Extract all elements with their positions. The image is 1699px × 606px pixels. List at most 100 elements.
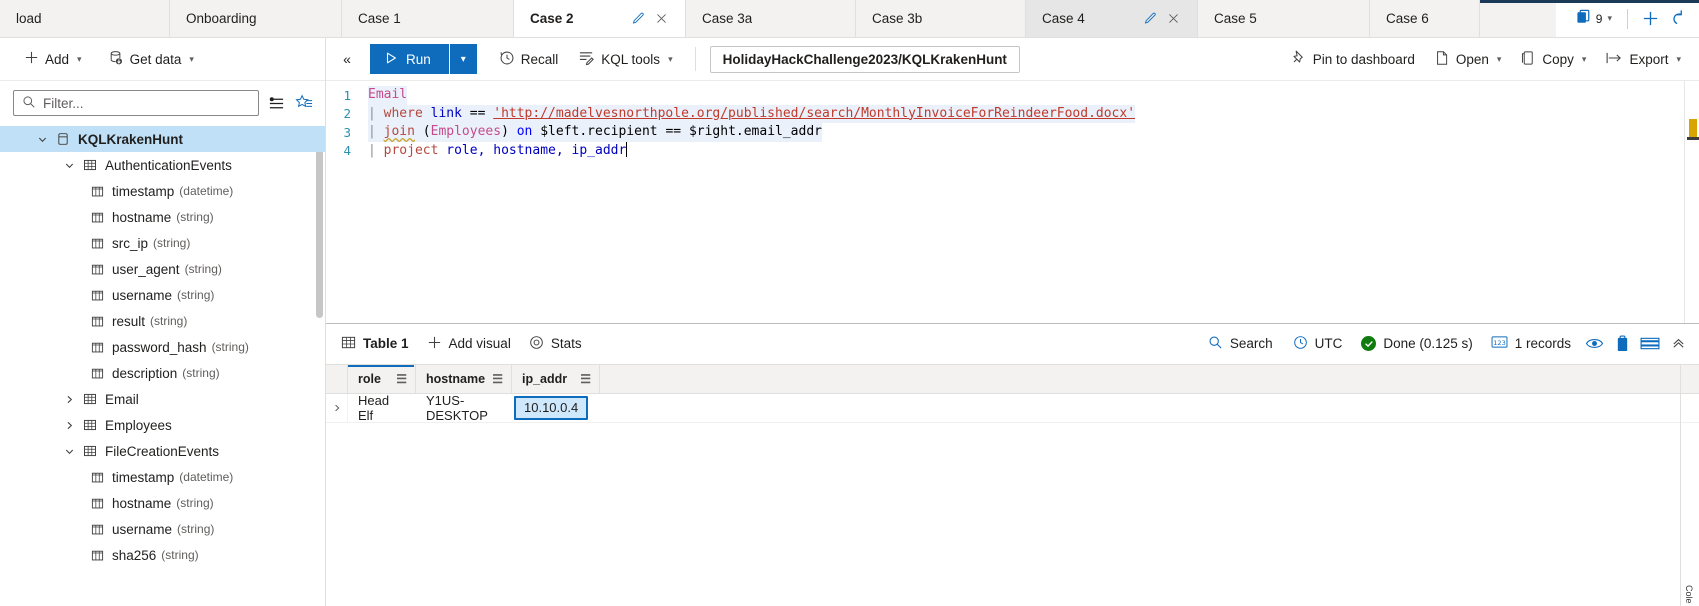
cell-ip-addr[interactable]: 10.10.0.4 — [512, 394, 600, 422]
filter-placeholder: Filter... — [43, 96, 84, 111]
tab-case-2[interactable]: Case 2 — [514, 0, 686, 37]
tab-strip: load Onboarding Case 1 Case 2 Case 3a Ca… — [0, 0, 1699, 38]
tab-case-6[interactable]: Case 6 — [1370, 0, 1480, 37]
edit-pencil-icon[interactable] — [1142, 11, 1157, 26]
row-expand-icon[interactable] — [326, 394, 348, 422]
favorites-star-icon[interactable] — [293, 92, 315, 114]
database-selector[interactable]: HolidayHackChallenge2023/KQLKrakenHunt — [710, 46, 1020, 73]
table-icon — [79, 418, 101, 432]
table-icon — [79, 392, 101, 406]
clipboard-icon[interactable] — [1609, 331, 1635, 357]
open-button[interactable]: Open ▾ — [1426, 46, 1510, 73]
cell-hostname[interactable]: Y1US-DESKTOP — [416, 394, 512, 422]
tab-label: load — [16, 11, 42, 26]
tab-onboarding[interactable]: Onboarding — [170, 0, 342, 37]
filter-input[interactable]: Filter... — [13, 90, 259, 116]
tree-node-column-username[interactable]: username (string) — [0, 282, 325, 308]
undo-button[interactable] — [1663, 6, 1689, 32]
column-menu-icon[interactable]: ☰ — [580, 372, 591, 386]
export-button[interactable]: Export ▾ — [1597, 46, 1689, 73]
filter-options-icon[interactable] — [265, 92, 287, 114]
collapse-panel-button[interactable]: « — [334, 46, 360, 72]
tree-node-database[interactable]: KQLKrakenHunt — [0, 126, 325, 152]
rotated-side-label: Cole — [1684, 585, 1694, 604]
tree-node-column-hostname-2[interactable]: hostname (string) — [0, 490, 325, 516]
tree-node-label: KQLKrakenHunt — [78, 132, 183, 147]
tree-node-label: timestamp — [112, 470, 174, 485]
grid-header-role[interactable]: role ☰ — [348, 365, 416, 393]
tree-node-column-src-ip[interactable]: src_ip (string) — [0, 230, 325, 256]
line-number: 1 — [326, 88, 368, 103]
tree-node-table-employees[interactable]: Employees — [0, 412, 325, 438]
tree-node-table-email[interactable]: Email — [0, 386, 325, 412]
tab-strip-actions: 9 ▾ — [1556, 0, 1699, 37]
divider — [1627, 9, 1628, 29]
layout-rows-icon[interactable] — [1637, 331, 1663, 357]
tree-node-type: (string) — [176, 496, 213, 510]
pin-to-dashboard-button[interactable]: Pin to dashboard — [1282, 45, 1423, 73]
tab-case-3a[interactable]: Case 3a — [686, 0, 856, 37]
tree-node-type: (string) — [212, 340, 249, 354]
kql-paren-close: ) — [501, 124, 509, 139]
tab-load[interactable]: load — [0, 0, 170, 37]
chevron-right-icon[interactable] — [59, 394, 79, 405]
close-icon[interactable] — [1166, 11, 1181, 26]
editor-line: 2 | where link == 'http://madelvesnorthp… — [326, 105, 1699, 124]
tree-node-column-user-agent[interactable]: user_agent (string) — [0, 256, 325, 282]
preview-eye-icon[interactable] — [1581, 331, 1607, 357]
get-data-button[interactable]: Get data ▾ — [100, 46, 202, 73]
chevron-down-icon[interactable] — [32, 134, 52, 145]
tab-case-3b[interactable]: Case 3b — [856, 0, 1026, 37]
timezone-button[interactable]: UTC — [1284, 330, 1352, 358]
column-menu-icon[interactable]: ☰ — [492, 372, 503, 386]
column-icon — [86, 549, 108, 562]
results-tab-table-1[interactable]: Table 1 — [332, 330, 418, 358]
tree-node-column-timestamp-2[interactable]: timestamp (datetime) — [0, 464, 325, 490]
recall-button[interactable]: Recall — [491, 46, 567, 73]
query-editor[interactable]: 1 Email 2 | where link == 'http://madelv… — [326, 81, 1699, 323]
right-panel: « Run ▾ Recall — [326, 38, 1699, 606]
chevron-down-icon[interactable] — [59, 446, 79, 457]
tree-node-column-password-hash[interactable]: password_hash (string) — [0, 334, 325, 360]
export-label: Export — [1629, 52, 1668, 67]
add-button[interactable]: Add ▾ — [16, 46, 90, 72]
grid-header-hostname[interactable]: hostname ☰ — [416, 365, 512, 393]
column-menu-icon[interactable]: ☰ — [396, 372, 407, 386]
tree-node-table-authenticationevents[interactable]: AuthenticationEvents — [0, 152, 325, 178]
tree-node-column-result[interactable]: result (string) — [0, 308, 325, 334]
timezone-label: UTC — [1315, 336, 1343, 351]
add-visual-button[interactable]: Add visual — [418, 330, 520, 358]
grid-header-ip-addr[interactable]: ip_addr ☰ — [512, 365, 600, 393]
editor-minimap[interactable] — [1685, 81, 1699, 323]
tree-node-column-hostname[interactable]: hostname (string) — [0, 204, 325, 230]
copy-button[interactable]: Copy ▾ — [1512, 46, 1594, 73]
database-icon — [52, 132, 74, 146]
close-icon[interactable] — [654, 11, 669, 26]
tree-node-column-description[interactable]: description (string) — [0, 360, 325, 386]
editor-lines: 1 Email 2 | where link == 'http://madelv… — [326, 81, 1699, 160]
tree-node-column-username-2[interactable]: username (string) — [0, 516, 325, 542]
tree-node-column-timestamp[interactable]: timestamp (datetime) — [0, 178, 325, 204]
tab-case-1[interactable]: Case 1 — [342, 0, 514, 37]
results-search-button[interactable]: Search — [1199, 330, 1282, 358]
tree-node-label: description — [112, 366, 177, 381]
edit-pencil-icon[interactable] — [630, 11, 645, 26]
tab-case-4[interactable]: Case 4 — [1026, 0, 1198, 37]
kql-on-token: on — [517, 124, 533, 139]
cell-role[interactable]: Head Elf — [348, 394, 416, 422]
tree-node-label: FileCreationEvents — [105, 444, 219, 459]
chevron-right-icon[interactable] — [59, 420, 79, 431]
add-tab-button[interactable] — [1637, 6, 1663, 32]
tree-node-table-filecreationevents[interactable]: FileCreationEvents — [0, 438, 325, 464]
run-options-button[interactable]: ▾ — [450, 44, 477, 74]
kql-tools-button[interactable]: KQL tools ▾ — [570, 45, 680, 73]
collapse-results-icon[interactable] — [1665, 331, 1691, 357]
table-row[interactable]: Head Elf Y1US-DESKTOP 10.10.0.4 — [326, 394, 1699, 423]
editor-line: 1 Email — [326, 86, 1699, 105]
stats-button[interactable]: Stats — [520, 330, 591, 358]
chevron-down-icon[interactable] — [59, 160, 79, 171]
run-button[interactable]: Run — [370, 44, 449, 74]
tab-list-button[interactable]: 9 ▾ — [1570, 9, 1618, 29]
tab-case-5[interactable]: Case 5 — [1198, 0, 1370, 37]
tree-node-column-sha256[interactable]: sha256 (string) — [0, 542, 325, 568]
